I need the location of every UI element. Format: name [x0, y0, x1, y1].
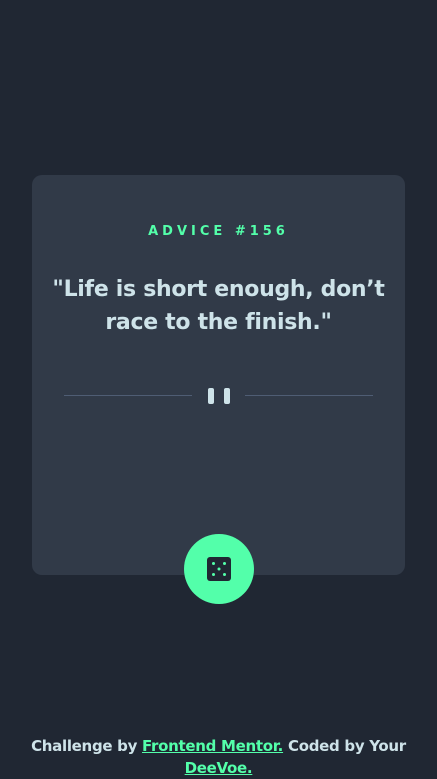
footer-prefix: Challenge by: [31, 737, 143, 755]
new-advice-button[interactable]: [184, 534, 254, 604]
pause-bar-left: [208, 388, 214, 404]
divider-line-right: [245, 395, 373, 396]
footer-middle: Coded by Your: [283, 737, 406, 755]
dice-icon: [207, 557, 231, 581]
advice-id-label: ADVICE #156: [148, 224, 289, 239]
pattern-divider: [64, 386, 373, 406]
advice-card: ADVICE #156 "Life is short enough, don’t…: [32, 175, 405, 575]
pause-icon: [208, 388, 230, 404]
pause-bar-right: [224, 388, 230, 404]
attribution-footer: Challenge by Frontend Mentor. Coded by Y…: [0, 735, 437, 779]
frontend-mentor-link[interactable]: Frontend Mentor.: [142, 737, 283, 755]
author-link[interactable]: DeeVoe.: [185, 759, 253, 777]
advice-quote: "Life is short enough, don’t race to the…: [52, 277, 385, 335]
divider-line-left: [64, 395, 192, 396]
